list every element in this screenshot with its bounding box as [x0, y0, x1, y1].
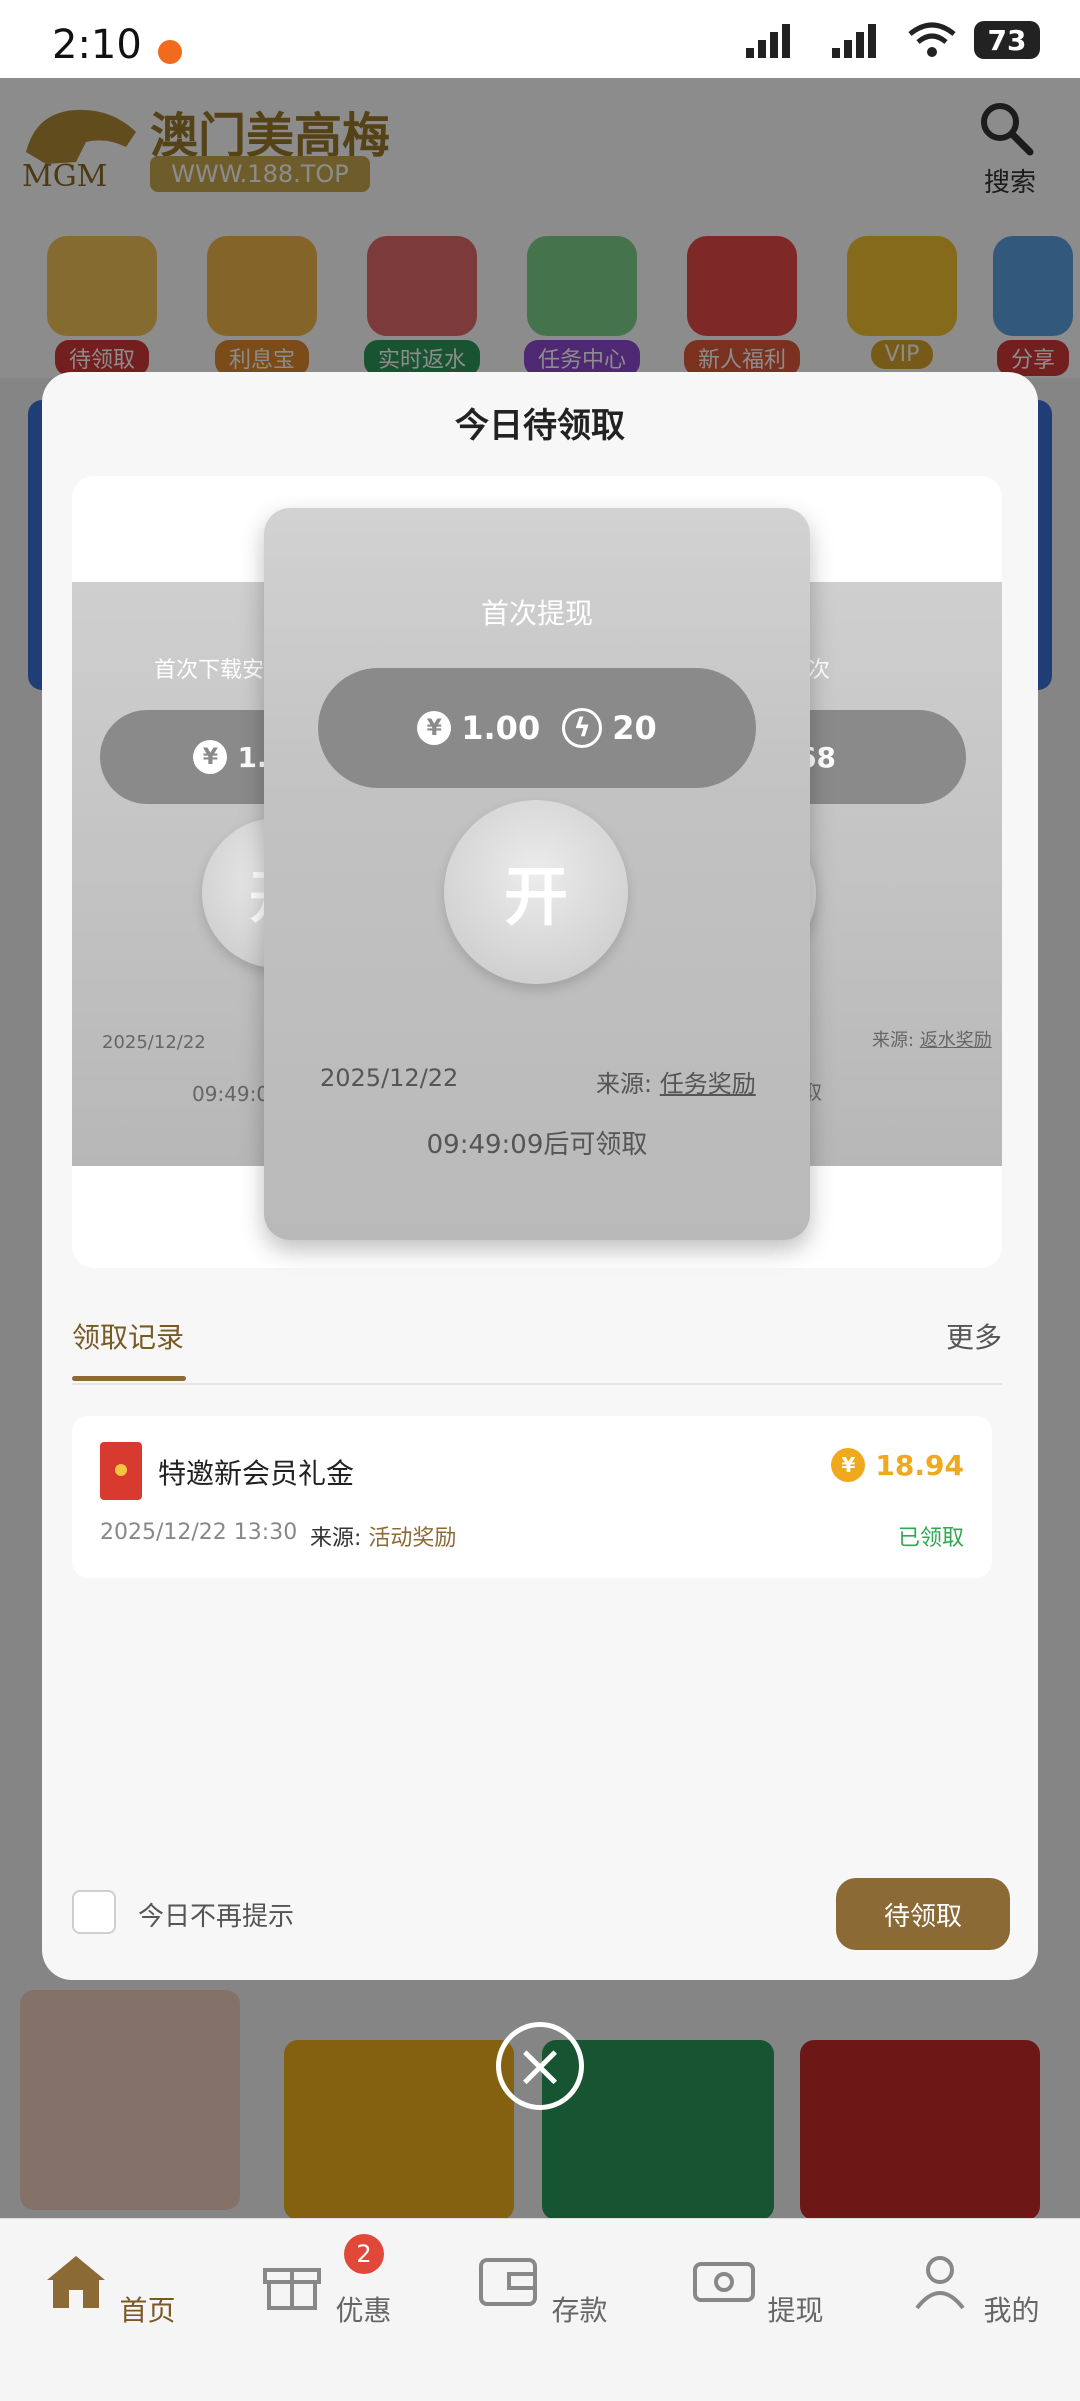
record-amount: ¥18.94 — [831, 1448, 964, 1482]
record-datetime: 2025/12/22 13:30 — [100, 1520, 298, 1545]
nav-promotions[interactable]: 优惠 2 — [254, 2234, 394, 2329]
center-card-bolt-value: 20 — [612, 709, 657, 747]
nav-label: 存款 — [551, 2294, 608, 2327]
record-title: 特邀新会员礼金 — [158, 1457, 355, 1490]
center-card-open-button[interactable]: 开 — [444, 800, 628, 984]
gold-coin-icon: ¥ — [831, 1448, 866, 1482]
record-source-value: 活动奖励 — [368, 1526, 457, 1551]
nav-label: 我的 — [983, 2294, 1040, 2327]
signal-icon-2 — [832, 24, 876, 58]
gift-icon — [262, 2268, 321, 2310]
yuan-coin-icon: ¥ — [417, 711, 452, 745]
nav-label: 提现 — [767, 2294, 824, 2327]
source-prefix: 来源: — [310, 1526, 362, 1551]
record-item[interactable]: 特邀新会员礼金 ¥18.94 2025/12/22 13:30 来源: 活动奖励… — [72, 1416, 992, 1578]
center-card-date: 2025/12/22 — [320, 1064, 459, 1092]
left-card-title: 首次下载安 — [154, 658, 265, 683]
right-card-source-value: 返水奖励 — [919, 1030, 992, 1051]
record-status: 已领取 — [897, 1526, 964, 1551]
user-icon — [914, 2256, 965, 2310]
center-card-source: 来源: 任务奖励 — [596, 1064, 756, 1099]
battery-icon: 73 — [974, 21, 1040, 59]
signal-icon — [746, 24, 790, 58]
nav-profile[interactable]: 我的 — [902, 2250, 1042, 2329]
center-card-source-value: 任务奖励 — [659, 1070, 756, 1098]
nav-badge: 2 — [344, 2234, 384, 2274]
wallet-icon — [478, 2258, 537, 2306]
tab-underline — [72, 1376, 186, 1381]
nav-home[interactable]: 首页 — [38, 2250, 178, 2329]
more-link[interactable]: 更多 — [946, 1316, 1002, 1356]
center-card-countdown: 09:49:09后可领取 — [426, 1130, 648, 1160]
open-label: 开 — [504, 861, 568, 935]
left-card-countdown: 09:49:0 — [192, 1082, 270, 1106]
cash-icon — [692, 2262, 755, 2302]
status-time: 2:10 — [52, 22, 142, 68]
source-prefix: 来源: — [872, 1030, 915, 1051]
record-source: 来源: 活动奖励 — [310, 1520, 456, 1552]
yuan-coin-icon: ¥ — [193, 740, 228, 774]
home-icon — [46, 2256, 105, 2308]
close-icon[interactable]: × — [496, 2022, 584, 2110]
nav-deposit[interactable]: 存款 — [470, 2250, 610, 2329]
center-card-amount: 1.00 — [461, 709, 541, 747]
tab-claim-records[interactable]: 领取记录 — [72, 1316, 184, 1356]
nav-label: 优惠 — [335, 2294, 392, 2327]
nav-label: 首页 — [119, 2294, 176, 2327]
no-remind-checkbox[interactable] — [72, 1890, 116, 1934]
right-card-source: 来源: 返水奖励 — [872, 1026, 992, 1052]
left-card-date: 2025/12/22 — [102, 1032, 206, 1053]
status-icons: 73 — [744, 20, 1040, 60]
record-amount-value: 18.94 — [875, 1448, 964, 1482]
modal-title: 今日待领取 — [455, 406, 625, 446]
right-card-title: 次 — [808, 658, 831, 683]
notification-icon — [158, 40, 182, 64]
wifi-icon — [908, 22, 956, 57]
claim-button[interactable]: 待领取 — [836, 1878, 1010, 1950]
tab-divider — [72, 1383, 1002, 1385]
red-envelope-icon — [100, 1442, 142, 1500]
no-remind-label[interactable]: 今日不再提示 — [138, 1896, 294, 1933]
center-card-title: 首次提现 — [480, 597, 593, 630]
lightning-icon: ϟ — [562, 708, 603, 748]
center-card-amount-pill: ¥1.00 ϟ 20 — [318, 668, 756, 788]
nav-withdraw[interactable]: 提现 — [686, 2250, 826, 2329]
source-prefix: 来源: — [596, 1070, 653, 1098]
